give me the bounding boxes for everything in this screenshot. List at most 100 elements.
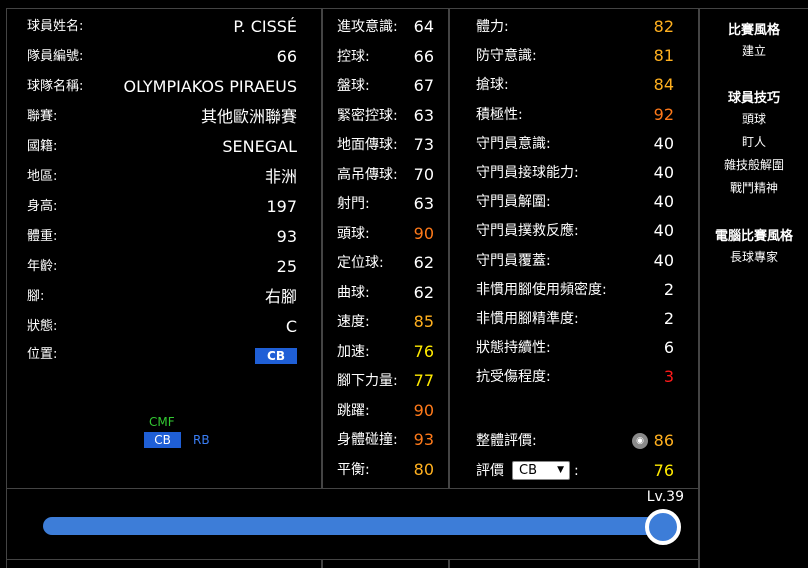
info-label: 聯賽: bbox=[27, 109, 58, 124]
info-row: 年齡: 25 bbox=[27, 257, 297, 277]
stat-row: 速度: 85 bbox=[337, 312, 434, 332]
chevron-down-icon: ▼ bbox=[557, 465, 564, 475]
stat-label: 腳下力量: bbox=[337, 373, 398, 389]
shield-icon: ◉ bbox=[632, 433, 648, 449]
info-label: 球員姓名: bbox=[27, 19, 84, 34]
stat-value: 73 bbox=[413, 135, 434, 154]
stat-label: 跳躍: bbox=[337, 402, 370, 419]
rating-position-select[interactable]: CB ▼ bbox=[512, 461, 570, 480]
stat-value: 67 bbox=[413, 76, 434, 95]
stat-label: 狀態持續性: bbox=[476, 340, 551, 357]
info-row: 狀態: C bbox=[27, 317, 297, 337]
stat-label: 平衡: bbox=[337, 461, 370, 478]
stat-label: 盤球: bbox=[337, 78, 370, 94]
stat-label: 守門員覆蓋: bbox=[476, 252, 551, 269]
stat-row: 搶球: 84 bbox=[476, 75, 674, 95]
stat-label: 緊密控球: bbox=[337, 107, 398, 124]
stat-label: 身體碰撞: bbox=[337, 432, 398, 448]
info-label: 狀態: bbox=[27, 319, 58, 334]
position-row: 位置: CB bbox=[27, 345, 297, 365]
info-label: 身高: bbox=[27, 199, 58, 214]
info-value: 66 bbox=[276, 47, 297, 66]
stat-label: 定位球: bbox=[337, 255, 384, 271]
stat-value: 76 bbox=[413, 341, 434, 361]
stat-row: 狀態持續性: 6 bbox=[476, 338, 674, 358]
stat-row: 抗受傷程度: 3 bbox=[476, 367, 674, 387]
basic-info-panel: 球員姓名: P. CISSÉ 隊員編號: 66 球隊名稱: OLYMPIAKOS PIRA… bbox=[6, 8, 322, 568]
com-style-item: 長球專家 bbox=[729, 250, 778, 264]
stat-label: 積極性: bbox=[476, 106, 523, 123]
level-slider-area: Lv.39 bbox=[6, 488, 699, 560]
stat-row: 盤球: 67 bbox=[337, 76, 434, 96]
stat-value: 90 bbox=[413, 400, 434, 420]
stat-label: 體力: bbox=[476, 19, 509, 35]
info-row: 球隊名稱: OLYMPIAKOS PIRAEUS bbox=[27, 77, 297, 97]
info-label: 體重: bbox=[27, 229, 58, 244]
skills-sidebar: 比賽風格 建立 球員技巧 頭球 盯人 雜技般解圍 戰鬥精神 電腦比賽風格 長球專… bbox=[699, 8, 808, 568]
stat-value: 84 bbox=[653, 75, 674, 95]
stat-row: 積極性: 92 bbox=[476, 105, 674, 125]
stat-row: 非慣用腳精準度: 2 bbox=[476, 309, 674, 329]
stat-label: 守門員接球能力: bbox=[476, 165, 579, 181]
stat-value: 2 bbox=[663, 279, 674, 299]
field-position-rb: RB bbox=[193, 433, 210, 447]
stat-label: 射門: bbox=[337, 196, 370, 212]
info-label: 地區: bbox=[27, 169, 58, 184]
info-value: 右腳 bbox=[264, 287, 297, 306]
stat-label: 頭球: bbox=[337, 225, 370, 242]
stats-panel-defense: 體力: 82 防守意識: 81 搶球: 84 積極性: 92 守門員意識: 40 守門員接球能力: 4… bbox=[449, 8, 699, 568]
info-value: 25 bbox=[276, 257, 297, 276]
rating-label: 評價 bbox=[476, 463, 504, 479]
stat-row: 緊密控球: 63 bbox=[337, 106, 434, 126]
stat-value: 40 bbox=[653, 250, 674, 270]
level-slider-track[interactable] bbox=[43, 517, 663, 535]
level-label: Lv.39 bbox=[646, 489, 684, 505]
stat-value: 81 bbox=[653, 46, 674, 66]
skill-item: 頭球 bbox=[741, 112, 766, 126]
stat-label: 抗受傷程度: bbox=[476, 369, 551, 386]
info-value: OLYMPIAKOS PIRAEUS bbox=[123, 77, 297, 96]
info-label: 腳: bbox=[27, 289, 45, 304]
field-position-cb: CB bbox=[144, 432, 181, 448]
info-value: 非洲 bbox=[264, 167, 297, 186]
stats-panel-attack: 進攻意識: 64 控球: 66 盤球: 67 緊密控球: 63 地面傳球: 73 高吊傳球: 70 射門… bbox=[322, 8, 449, 568]
skill-item: 盯人 bbox=[741, 135, 766, 149]
stat-row: 守門員意識: 40 bbox=[476, 134, 674, 154]
stat-row: 射門: 63 bbox=[337, 194, 434, 214]
stat-label: 搶球: bbox=[476, 77, 509, 94]
info-row: 地區: 非洲 bbox=[27, 167, 297, 187]
stat-value: 85 bbox=[413, 312, 434, 331]
stat-value: 66 bbox=[413, 46, 434, 66]
level-slider-thumb[interactable] bbox=[645, 509, 681, 545]
info-row: 身高: 197 bbox=[27, 197, 297, 217]
stat-label: 防守意識: bbox=[476, 48, 537, 65]
stat-row: 平衡: 80 bbox=[337, 460, 434, 480]
stat-label: 曲球: bbox=[337, 284, 370, 301]
info-value: 197 bbox=[266, 197, 297, 216]
stat-row: 體力: 82 bbox=[476, 17, 674, 37]
info-row: 腳: 右腳 bbox=[27, 287, 297, 307]
rating-select-value: CB bbox=[519, 463, 537, 478]
stat-value: 90 bbox=[413, 223, 434, 243]
stat-value: 40 bbox=[653, 192, 674, 212]
stat-label: 控球: bbox=[337, 48, 370, 65]
stat-row: 地面傳球: 73 bbox=[337, 135, 434, 155]
info-label: 位置: bbox=[27, 347, 58, 362]
stat-row: 控球: 66 bbox=[337, 47, 434, 67]
info-label: 年齡: bbox=[27, 259, 58, 274]
info-row: 聯賽: 其他歐洲聯賽 bbox=[27, 107, 297, 127]
info-value: P. CISSÉ bbox=[233, 17, 297, 36]
stat-row: 防守意識: 81 bbox=[476, 46, 674, 66]
skill-item: 雜技般解圍 bbox=[723, 158, 784, 172]
field-position-cmf: CMF bbox=[149, 415, 175, 429]
com-style-title: 電腦比賽風格 bbox=[714, 229, 793, 244]
stat-label: 守門員意識: bbox=[476, 135, 551, 152]
info-row: 隊員編號: 66 bbox=[27, 47, 297, 67]
info-value: C bbox=[285, 317, 297, 336]
overall-row: 整體評價: ◉ 86 bbox=[476, 431, 674, 451]
stat-value: 82 bbox=[653, 17, 674, 36]
stat-value: 80 bbox=[413, 459, 434, 479]
stat-value: 64 bbox=[413, 17, 434, 36]
stat-value: 6 bbox=[663, 338, 674, 358]
stat-row: 進攻意識: 64 bbox=[337, 17, 434, 37]
